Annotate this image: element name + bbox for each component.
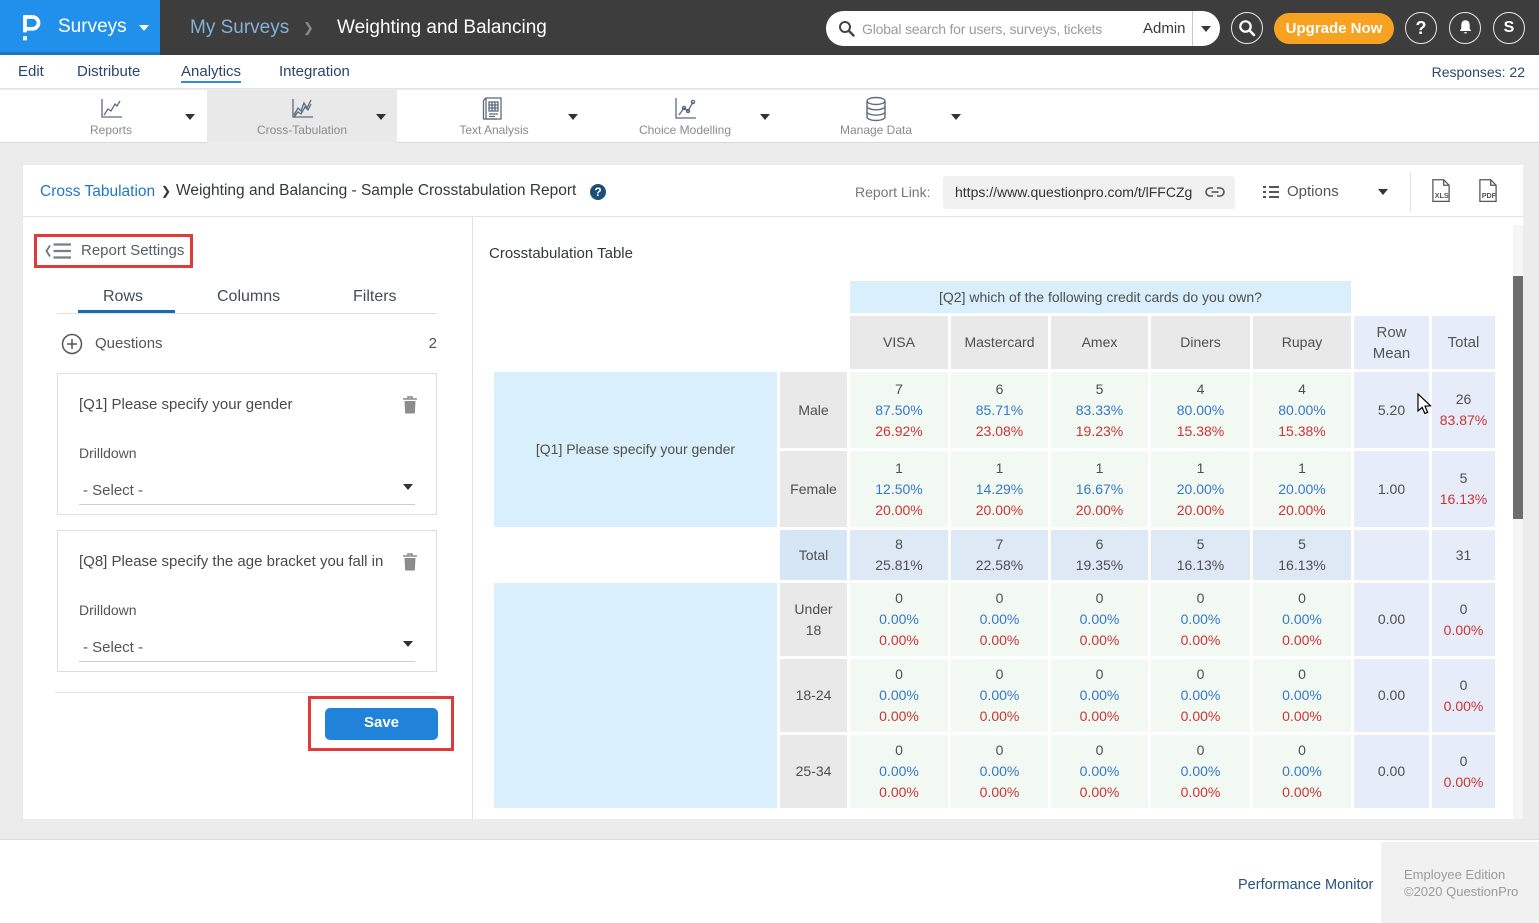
svg-text:XLS: XLS <box>1435 191 1449 200</box>
svg-text:PDF: PDF <box>1482 191 1497 200</box>
